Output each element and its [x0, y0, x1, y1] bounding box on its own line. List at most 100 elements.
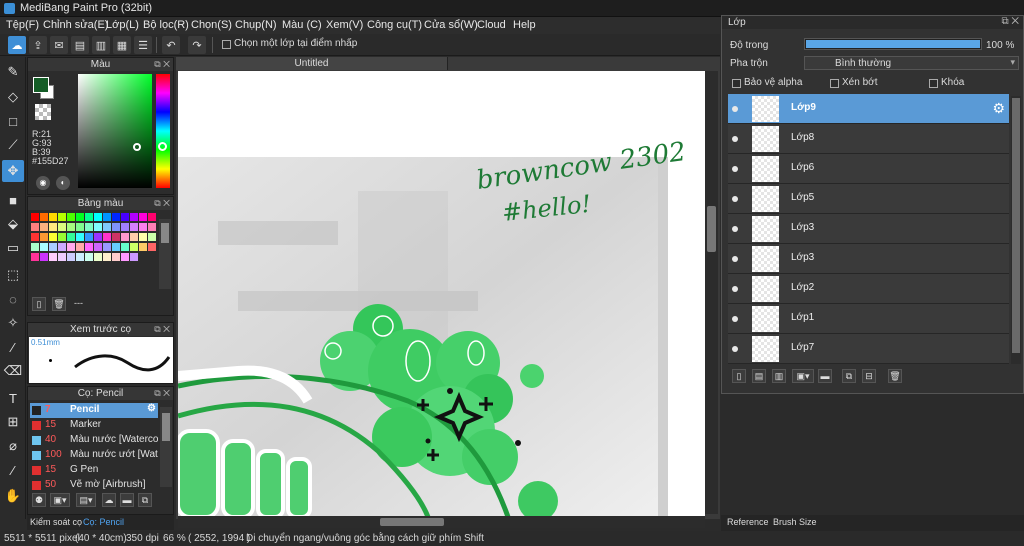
palette-swatch[interactable]: [85, 253, 93, 261]
palette-swatch[interactable]: [139, 233, 147, 241]
blend-mode-select[interactable]: Bình thường ▾: [804, 56, 1019, 70]
brush-item[interactable]: 15 Marker: [30, 418, 158, 433]
brush-options-icon[interactable]: ▣▾: [50, 493, 70, 507]
palette-swatch[interactable]: [67, 213, 75, 221]
color-mix-icon[interactable]: ◐: [56, 176, 70, 190]
visibility-icon[interactable]: [728, 94, 742, 124]
palette-swatch[interactable]: [139, 223, 147, 231]
brush-item[interactable]: 40 Màu nước [Watercolo: [30, 433, 158, 448]
palette-swatch[interactable]: [94, 223, 102, 231]
palette-swatch[interactable]: [58, 243, 66, 251]
saturation-value-picker[interactable]: [78, 74, 152, 188]
layer-row[interactable]: Lớp2: [728, 274, 1009, 304]
sv-cursor[interactable]: [133, 143, 141, 151]
palette-swatch[interactable]: [58, 223, 66, 231]
menu-window[interactable]: Cửa sổ(W): [424, 19, 478, 31]
tab-reference[interactable]: Reference: [727, 517, 769, 527]
palette-swatch[interactable]: [76, 213, 84, 221]
palette-swatch[interactable]: [139, 213, 147, 221]
hand-tool-icon[interactable]: ✋: [2, 485, 24, 507]
new-halftone-layer-icon[interactable]: ▤: [752, 369, 766, 383]
opacity-slider[interactable]: [804, 38, 982, 50]
fill-rect-tool-icon[interactable]: ■: [2, 189, 24, 211]
layer-row[interactable]: Lớp3: [728, 244, 1009, 274]
palette-swatch[interactable]: [67, 223, 75, 231]
palette-swatch[interactable]: [31, 253, 39, 261]
palette-swatch[interactable]: [31, 213, 39, 221]
palette-swatch[interactable]: [112, 233, 120, 241]
palette-swatch[interactable]: [121, 243, 129, 251]
palette-swatch[interactable]: [103, 253, 111, 261]
new-palette-icon[interactable]: ▯: [32, 297, 46, 311]
palette-swatch[interactable]: [49, 213, 57, 221]
palette-swatch[interactable]: [31, 243, 39, 251]
palette-swatch[interactable]: [112, 243, 120, 251]
brush-duplicate-icon[interactable]: ⧉: [138, 493, 152, 507]
list-icon[interactable]: ☰: [134, 36, 152, 54]
menu-select[interactable]: Chọn(S): [191, 19, 232, 31]
layer-list-scrollbar[interactable]: [1011, 96, 1021, 364]
transparent-color-swatch[interactable]: [35, 104, 51, 120]
layer-panel-controls[interactable]: ⧉ ✕: [1001, 16, 1019, 27]
palette-swatch[interactable]: [148, 233, 156, 241]
gradient-tool-icon[interactable]: ▭: [2, 237, 24, 259]
palette-swatch[interactable]: [40, 243, 48, 251]
palette-swatch[interactable]: [31, 223, 39, 231]
visibility-icon[interactable]: [728, 274, 742, 304]
palette-swatch[interactable]: [121, 233, 129, 241]
duplicate-layer-icon[interactable]: ⧉: [842, 369, 856, 383]
palette-swatch[interactable]: [67, 253, 75, 261]
palette-swatch[interactable]: [49, 223, 57, 231]
palette-swatch[interactable]: [121, 223, 129, 231]
palette-swatch[interactable]: [58, 233, 66, 241]
brush-cloud-icon[interactable]: ☁: [102, 493, 116, 507]
visibility-icon[interactable]: [728, 244, 742, 274]
menu-help[interactable]: Help: [513, 19, 536, 31]
share-icon[interactable]: ⇪: [29, 36, 47, 54]
brush-item[interactable]: 7 Pencil ⚙: [30, 403, 158, 418]
visibility-icon[interactable]: [728, 184, 742, 214]
layer-row[interactable]: Lớp3: [728, 214, 1009, 244]
palette-swatch[interactable]: [130, 223, 138, 231]
select-tool-icon[interactable]: ⬚: [2, 264, 24, 286]
add-brush-icon[interactable]: ⚉: [32, 493, 46, 507]
document-icon[interactable]: ▤: [71, 36, 89, 54]
eraser-tool-icon[interactable]: ◇: [2, 86, 24, 108]
palette-swatch[interactable]: [112, 213, 120, 221]
palette-swatch[interactable]: [130, 243, 138, 251]
palette-swatch[interactable]: [103, 233, 111, 241]
visibility-icon[interactable]: [728, 214, 742, 244]
menu-capture[interactable]: Chụp(N): [235, 19, 277, 31]
menu-file[interactable]: Tệp(F): [6, 19, 39, 31]
palette-swatch[interactable]: [112, 253, 120, 261]
tab-brush-control[interactable]: Kiểm soát cọ: [30, 517, 82, 527]
brush-list-scrollbar[interactable]: [160, 407, 172, 487]
menu-color[interactable]: Màu (C): [282, 19, 322, 31]
move-tool-icon[interactable]: ✥: [2, 160, 24, 182]
palette-swatch[interactable]: [121, 253, 129, 261]
merge-layer-icon[interactable]: ⊟: [862, 369, 876, 383]
grid-icon[interactable]: ▦: [113, 36, 131, 54]
layer-row[interactable]: Lớp7: [728, 334, 1009, 364]
brush-folder-icon[interactable]: ▬: [120, 493, 134, 507]
palette-swatch[interactable]: [49, 243, 57, 251]
palette-swatch[interactable]: [67, 233, 75, 241]
palette-swatch[interactable]: [148, 223, 156, 231]
rectangle-tool-icon[interactable]: □: [2, 110, 24, 132]
visibility-icon[interactable]: [728, 124, 742, 154]
brush-item[interactable]: 100 Màu nước ướt [Wate: [30, 448, 158, 463]
hue-cursor[interactable]: [158, 142, 167, 151]
layer-row[interactable]: Lớp6: [728, 154, 1009, 184]
palette-swatch[interactable]: [58, 213, 66, 221]
brush-item[interactable]: 15 G Pen: [30, 463, 158, 478]
delete-palette-icon[interactable]: 🗑: [52, 297, 66, 311]
divide-tool-icon[interactable]: ⊞: [2, 411, 24, 433]
palette-scrollbar[interactable]: [159, 219, 171, 289]
palette-swatch[interactable]: [31, 233, 39, 241]
palette-picker-icon[interactable]: ◉: [36, 176, 50, 190]
palette-swatch[interactable]: [94, 243, 102, 251]
canvas[interactable]: browncow 2302 #hello!: [178, 71, 705, 517]
layer-row[interactable]: Lớp9 ⚙: [728, 94, 1009, 124]
palette-swatch[interactable]: [85, 243, 93, 251]
delete-layer-icon[interactable]: 🗑: [888, 369, 902, 383]
